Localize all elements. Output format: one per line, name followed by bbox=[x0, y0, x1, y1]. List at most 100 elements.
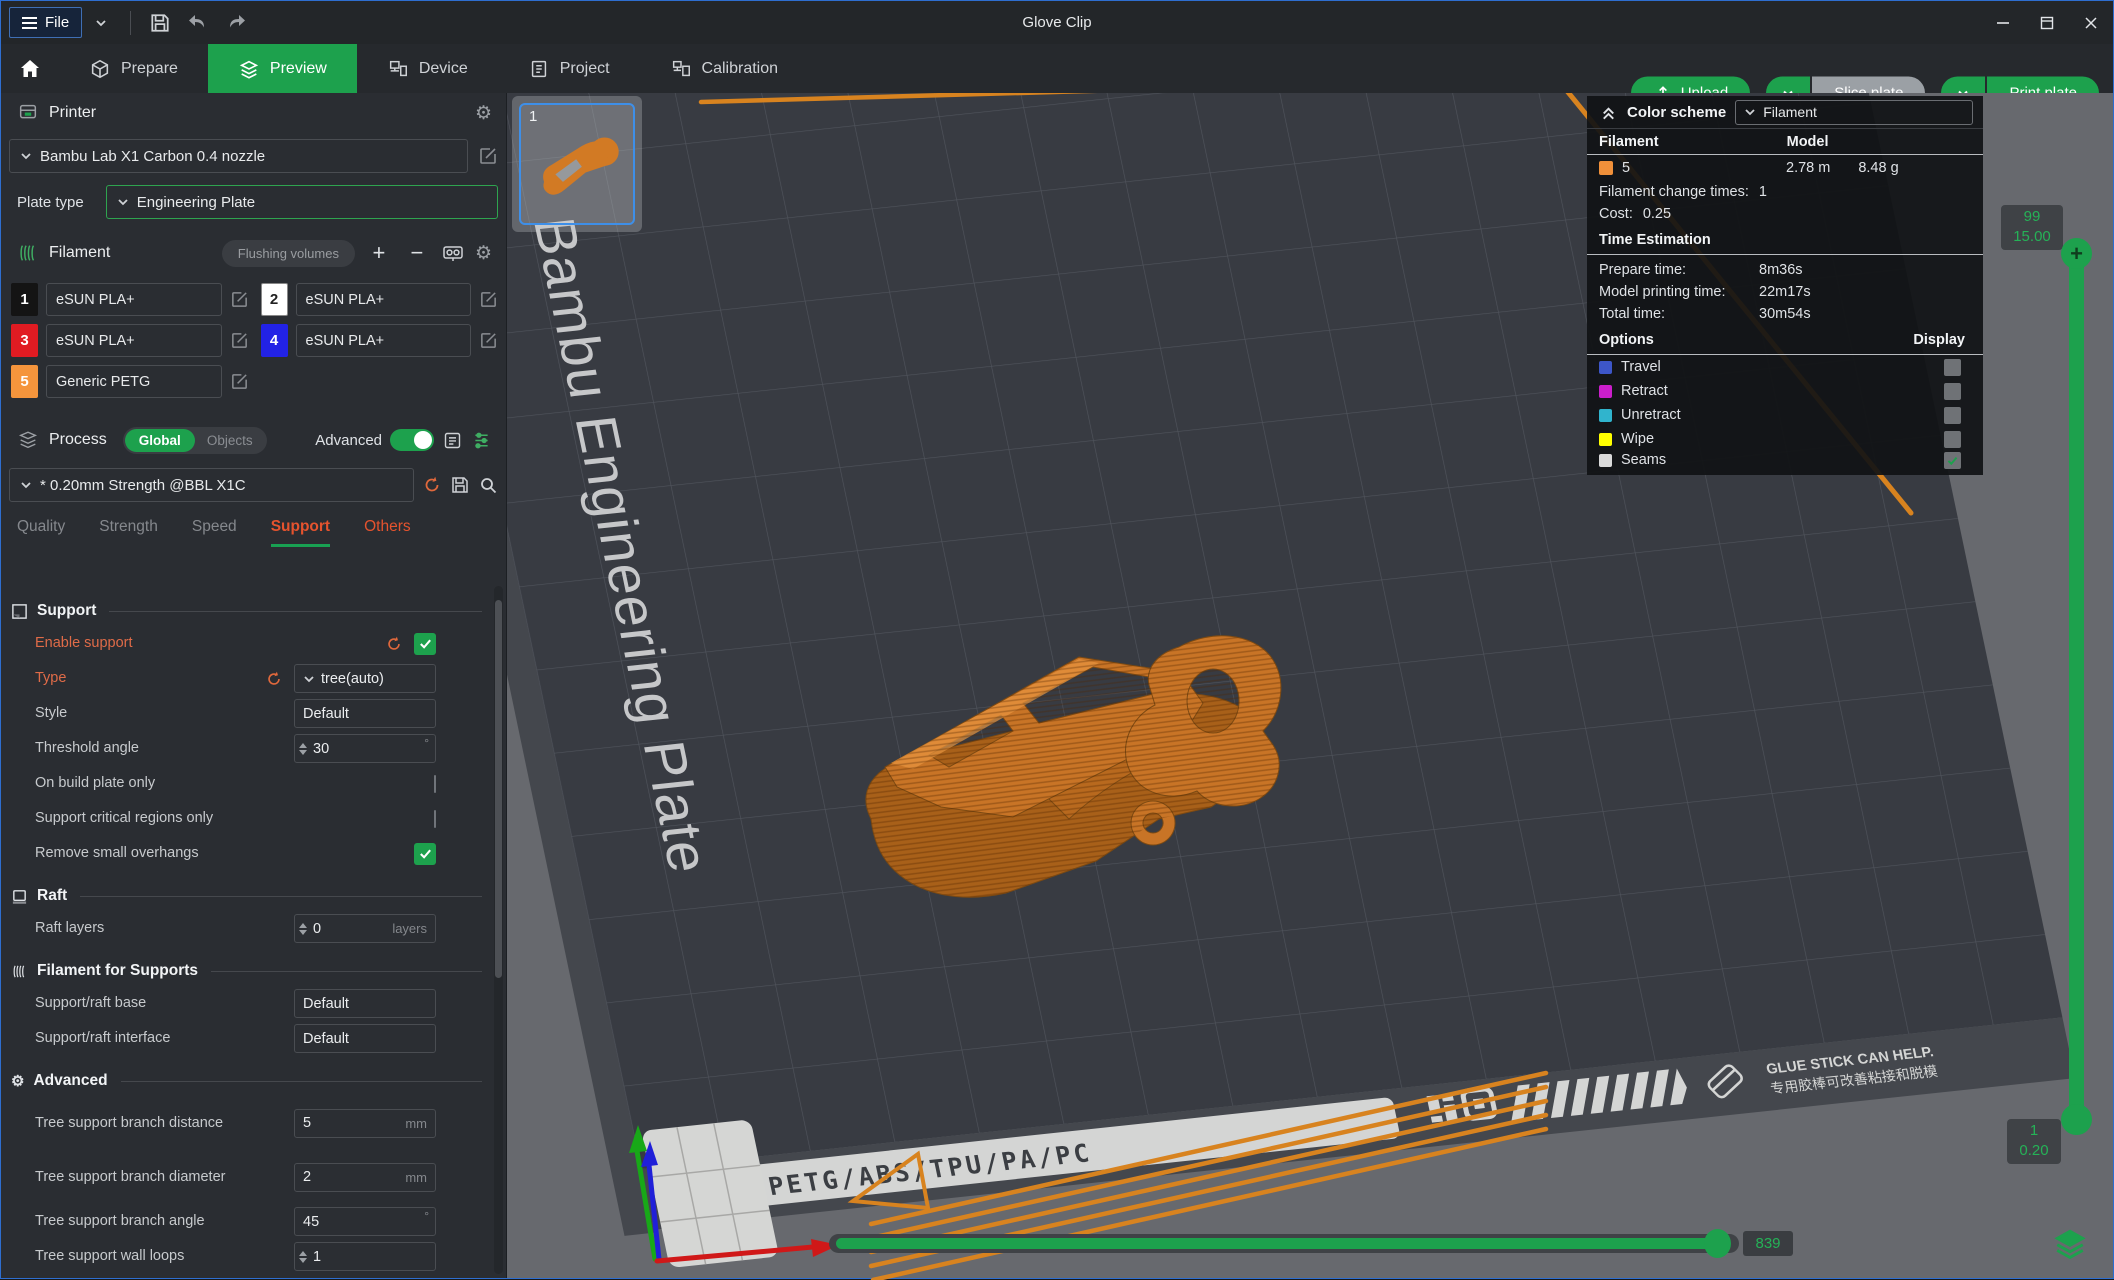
spinner-arrows[interactable] bbox=[299, 1251, 307, 1263]
raft-group-title: Raft bbox=[1, 881, 492, 911]
wall-loops-spinner[interactable]: 1 bbox=[294, 1242, 436, 1271]
unretract-display-checkbox[interactable] bbox=[1944, 407, 1961, 424]
tab-others[interactable]: Others bbox=[364, 518, 411, 547]
unretract-color-swatch bbox=[1599, 409, 1612, 422]
filament-color-badge[interactable]: 4 bbox=[261, 324, 288, 357]
filament-select[interactable]: eSUN PLA+ bbox=[296, 283, 472, 316]
printer-section-header: Printer ⚙ bbox=[1, 93, 506, 129]
layer-slider-top-handle[interactable]: + bbox=[2061, 238, 2092, 269]
save-preset-icon[interactable] bbox=[450, 475, 470, 495]
printer-settings-gear-icon[interactable]: ⚙ bbox=[475, 104, 492, 123]
edit-icon[interactable] bbox=[230, 290, 249, 309]
tune-icon[interactable] bbox=[471, 430, 492, 451]
filament-color-badge[interactable]: 2 bbox=[261, 283, 288, 316]
tab-project[interactable]: Project bbox=[498, 44, 640, 93]
save-button[interactable] bbox=[141, 7, 179, 38]
remove-overhangs-checkbox[interactable] bbox=[414, 843, 436, 865]
ams-sync-icon[interactable] bbox=[441, 241, 465, 265]
search-icon[interactable] bbox=[478, 475, 498, 495]
undo-button[interactable] bbox=[179, 7, 217, 38]
filament-settings-gear-icon[interactable]: ⚙ bbox=[475, 244, 492, 263]
undo-icon bbox=[186, 11, 210, 35]
settings-scroll-area[interactable]: Support Enable support Type tree(auto) bbox=[1, 586, 492, 1278]
travel-display-checkbox[interactable] bbox=[1944, 359, 1961, 376]
edit-icon[interactable] bbox=[479, 331, 498, 350]
tab-preview[interactable]: Preview bbox=[208, 44, 357, 93]
filament-select[interactable]: eSUN PLA+ bbox=[46, 324, 222, 357]
tab-calibration[interactable]: Calibration bbox=[640, 44, 808, 93]
maximize-button[interactable] bbox=[2025, 1, 2069, 44]
layer-view-button[interactable] bbox=[2047, 1221, 2093, 1267]
seams-display-checkbox[interactable] bbox=[1944, 452, 1961, 469]
spinner-arrows[interactable] bbox=[299, 743, 307, 755]
filament-select[interactable]: Generic PETG bbox=[46, 365, 222, 398]
tab-support[interactable]: Support bbox=[271, 518, 330, 547]
process-objects-toggle[interactable]: Objects bbox=[195, 433, 265, 448]
plate-type-select[interactable]: Engineering Plate bbox=[106, 185, 498, 219]
support-style-select[interactable]: Default bbox=[294, 699, 436, 728]
edit-icon[interactable] bbox=[478, 146, 498, 166]
reset-icon[interactable] bbox=[264, 670, 284, 688]
filament-color-badge[interactable]: 5 bbox=[11, 365, 38, 398]
redo-button[interactable] bbox=[217, 7, 255, 38]
flushing-volumes-button[interactable]: Flushing volumes bbox=[222, 240, 355, 267]
branch-diameter-input[interactable]: 2 mm bbox=[294, 1163, 436, 1192]
collapse-panel-icon[interactable] bbox=[1599, 103, 1618, 122]
add-filament-button[interactable]: + bbox=[365, 240, 393, 266]
spinner-arrows[interactable] bbox=[299, 923, 307, 935]
layer-slider-bottom-handle[interactable] bbox=[2061, 1104, 2092, 1135]
support-raft-interface-select[interactable]: Default bbox=[294, 1024, 436, 1053]
process-icon bbox=[17, 429, 39, 451]
move-slider-handle[interactable] bbox=[1704, 1229, 1731, 1258]
setting-enable-support: Enable support bbox=[1, 626, 492, 661]
support-type-select[interactable]: tree(auto) bbox=[294, 664, 436, 693]
filament-color-badge[interactable]: 1 bbox=[11, 283, 38, 316]
home-button[interactable] bbox=[1, 44, 59, 93]
reset-icon[interactable] bbox=[384, 635, 404, 653]
on-build-plate-checkbox[interactable] bbox=[434, 775, 436, 793]
file-menu-button[interactable]: File bbox=[9, 7, 82, 38]
filament-color-badge[interactable]: 3 bbox=[11, 324, 38, 357]
filament-for-supports-group-title: Filament for Supports bbox=[1, 956, 492, 986]
edit-icon[interactable] bbox=[230, 331, 249, 350]
edit-icon[interactable] bbox=[479, 290, 498, 309]
reset-preset-icon[interactable] bbox=[422, 475, 442, 495]
raft-layers-spinner[interactable]: 0 layers bbox=[294, 914, 436, 943]
edit-icon[interactable] bbox=[230, 372, 249, 391]
tab-quality[interactable]: Quality bbox=[17, 518, 65, 547]
color-scheme-select[interactable]: Filament bbox=[1735, 100, 1973, 125]
plate-thumbnail-card[interactable]: 1 bbox=[512, 96, 642, 232]
critical-regions-checkbox[interactable] bbox=[434, 810, 436, 828]
scrollbar-thumb[interactable] bbox=[495, 600, 502, 978]
tab-prepare[interactable]: Prepare bbox=[59, 44, 208, 93]
sidebar-scrollbar[interactable] bbox=[494, 586, 503, 1274]
branch-distance-input[interactable]: 5 mm bbox=[294, 1109, 436, 1138]
filament-select[interactable]: eSUN PLA+ bbox=[46, 283, 222, 316]
tab-device[interactable]: Device bbox=[357, 44, 498, 93]
filament-select[interactable]: eSUN PLA+ bbox=[296, 324, 472, 357]
hamburger-icon bbox=[22, 17, 37, 29]
chevron-down-icon bbox=[1744, 106, 1756, 118]
device-icon bbox=[387, 58, 409, 80]
close-icon bbox=[2084, 16, 2098, 30]
window-title: Glove Clip bbox=[1022, 14, 1091, 31]
process-global-toggle[interactable]: Global bbox=[125, 429, 195, 452]
branch-angle-input[interactable]: 45 ° bbox=[294, 1207, 436, 1236]
enable-support-checkbox[interactable] bbox=[414, 633, 436, 655]
file-menu-caret-button[interactable] bbox=[82, 7, 120, 38]
printer-select[interactable]: Bambu Lab X1 Carbon 0.4 nozzle bbox=[9, 139, 468, 173]
param-list-icon[interactable] bbox=[442, 430, 463, 451]
plate-thumbnail-selected[interactable]: 1 bbox=[519, 103, 635, 225]
close-button[interactable] bbox=[2069, 1, 2113, 44]
layer-slider-track[interactable] bbox=[2069, 251, 2084, 1121]
advanced-toggle[interactable] bbox=[390, 429, 434, 451]
minimize-button[interactable] bbox=[1981, 1, 2025, 44]
tab-speed[interactable]: Speed bbox=[192, 518, 237, 547]
retract-display-checkbox[interactable] bbox=[1944, 383, 1961, 400]
support-raft-base-select[interactable]: Default bbox=[294, 989, 436, 1018]
remove-filament-button[interactable]: − bbox=[403, 240, 431, 266]
tab-strength[interactable]: Strength bbox=[99, 518, 158, 547]
process-preset-select[interactable]: * 0.20mm Strength @BBL X1C bbox=[9, 468, 414, 502]
wipe-display-checkbox[interactable] bbox=[1944, 431, 1961, 448]
threshold-angle-spinner[interactable]: 30 ° bbox=[294, 734, 436, 763]
